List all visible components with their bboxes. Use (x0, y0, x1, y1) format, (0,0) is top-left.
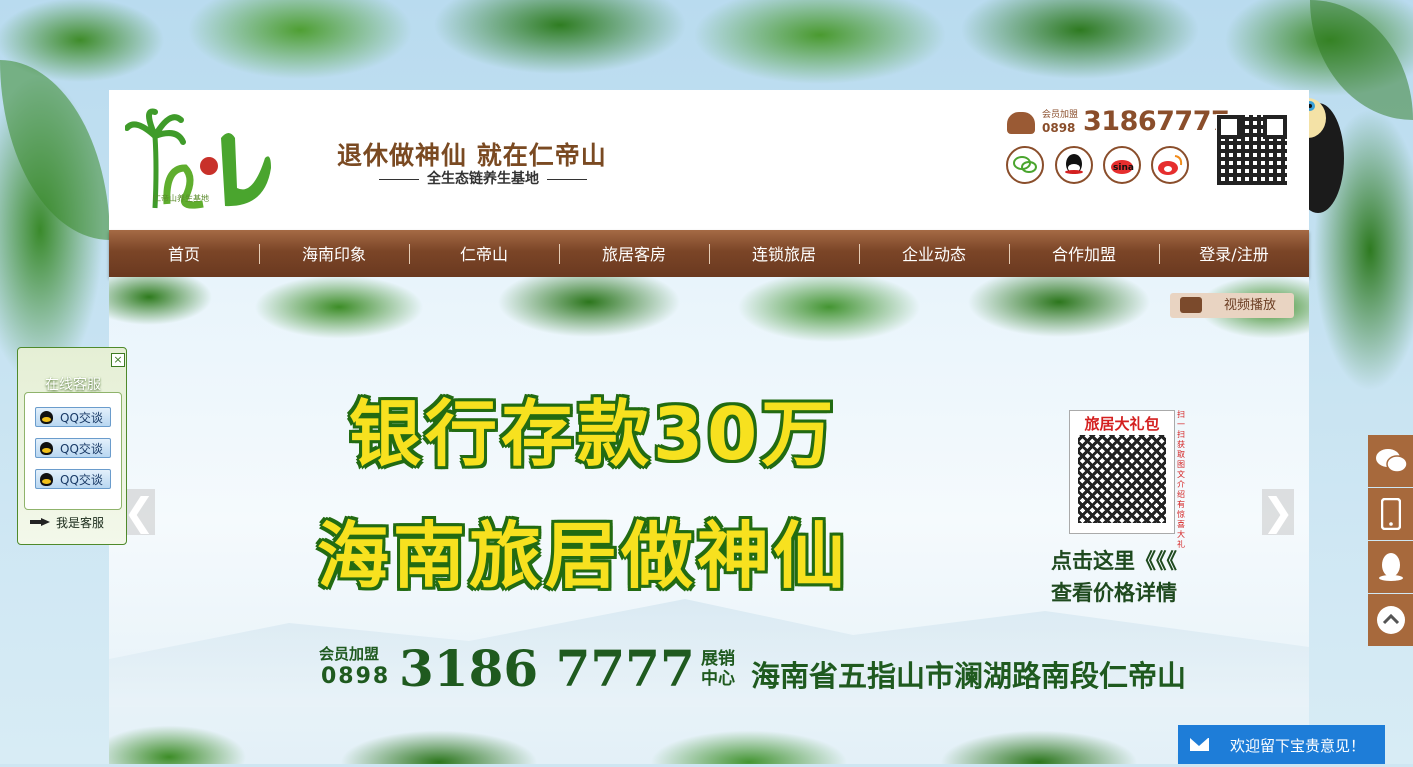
qq-chat-label: QQ交谈 (60, 442, 103, 456)
banner-center-label: 展销中心 (701, 649, 735, 689)
banner-headline-1: 银行存款30万 (349, 392, 838, 476)
close-icon[interactable]: × (111, 353, 125, 367)
telephone-icon (1007, 112, 1035, 134)
banner-phone: 3186 7777 (399, 639, 695, 698)
qq-icon[interactable] (1055, 146, 1093, 184)
qq-chat-button[interactable]: QQ交谈 (35, 469, 111, 489)
qq-chat-button[interactable]: QQ交谈 (35, 407, 111, 427)
online-service-list: QQ交谈 QQ交谈 QQ交谈 (24, 392, 122, 510)
site-header: 仁帝山养生基地 退休做神仙 就在仁帝山 全生态链养生基地 会员加盟 0898 3… (109, 90, 1309, 230)
nav-item-rendishan[interactable]: 仁帝山 (409, 230, 559, 277)
qq-icon[interactable] (1368, 541, 1413, 593)
feedback-label: 欢迎留下宝贵意见！ (1230, 737, 1366, 755)
nav-item-chain-travel[interactable]: 连锁旅居 (709, 230, 859, 277)
banner-member-label: 会员加盟 (319, 645, 380, 663)
sina-icon[interactable]: sina (1103, 146, 1141, 184)
svg-text:sina: sina (1113, 163, 1134, 173)
site-slogan: 退休做神仙 就在仁帝山 (337, 141, 607, 170)
online-service-title: 在线客服 (45, 377, 101, 393)
price-details-line-1: 点击这里《《《 (1051, 549, 1177, 573)
feedback-bar[interactable]: 欢迎留下宝贵意见！ (1178, 725, 1385, 764)
video-play-label: 视频播放 (1223, 298, 1276, 313)
hotline-area-code: 0898 (1042, 121, 1076, 135)
banner-prev-arrow[interactable]: ❮ (123, 489, 155, 535)
qq-chat-label: QQ交谈 (60, 411, 103, 425)
qq-chat-button[interactable]: QQ交谈 (35, 438, 111, 458)
gift-qr-box: 旅居大礼包 (1069, 410, 1175, 534)
site-subslogan: 全生态链养生基地 (371, 168, 595, 188)
nav-item-rooms[interactable]: 旅居客房 (559, 230, 709, 277)
qq-icon (40, 411, 53, 424)
service-login-link[interactable]: 我是客服 (56, 514, 104, 531)
nav-item-hainan-impression[interactable]: 海南印象 (259, 230, 409, 277)
wechat-icon[interactable] (1368, 435, 1413, 487)
price-details-line-2: 查看价格详情 (1051, 581, 1177, 605)
back-to-top-icon[interactable] (1368, 594, 1413, 646)
banner-headline-2: 海南旅居做神仙 (317, 514, 850, 598)
main-nav: 首页 海南印象 仁帝山 旅居客房 连锁旅居 企业动态 合作加盟 登录/注册 (109, 230, 1309, 277)
weibo-icon[interactable] (1151, 146, 1189, 184)
video-play-button[interactable]: 视频播放 (1170, 293, 1294, 318)
qq-icon (40, 473, 53, 486)
gift-qr-note: 扫一扫获取图文介绍有惊喜大礼 (1177, 410, 1185, 549)
wechat-qr-code (1216, 114, 1288, 186)
hotline-label: 会员加盟 (1042, 110, 1079, 120)
video-camera-icon (1180, 297, 1202, 313)
banner-next-arrow[interactable]: ❯ (1262, 489, 1294, 535)
arrow-right-icon (30, 518, 50, 526)
nav-item-franchise[interactable]: 合作加盟 (1009, 230, 1159, 277)
wechat-icon[interactable] (1006, 146, 1044, 184)
qq-icon (40, 442, 53, 455)
logo-caption: 仁帝山养生基地 (153, 194, 209, 203)
mail-icon (1190, 738, 1209, 751)
nav-item-login[interactable]: 登录/注册 (1159, 230, 1309, 277)
banner-area-code: 0898 (321, 664, 391, 689)
hero-banner[interactable]: 视频播放 银行存款30万 海南旅居做神仙 旅居大礼包 扫一扫获取图文介绍有惊喜大… (109, 277, 1309, 764)
nav-item-home[interactable]: 首页 (109, 230, 259, 277)
nav-item-news[interactable]: 企业动态 (859, 230, 1009, 277)
gift-qr-title: 旅居大礼包 (1084, 415, 1160, 433)
banner-address: 海南省五指山市澜湖路南段仁帝山 (751, 659, 1187, 693)
leaf-decoration (0, 60, 110, 240)
gift-qr-code (1078, 435, 1166, 523)
phone-icon[interactable] (1368, 488, 1413, 540)
banner-leaves-top (109, 277, 1309, 367)
price-details-link[interactable]: 点击这里《《《 查看价格详情 (1051, 545, 1177, 609)
banner-leaves-bottom (109, 687, 1309, 764)
qq-chat-label: QQ交谈 (60, 473, 103, 487)
hotline-number: 31867777 (1083, 106, 1230, 137)
online-service-panel: × 在线客服 QQ交谈 QQ交谈 QQ交谈 我是客服 (17, 347, 127, 545)
